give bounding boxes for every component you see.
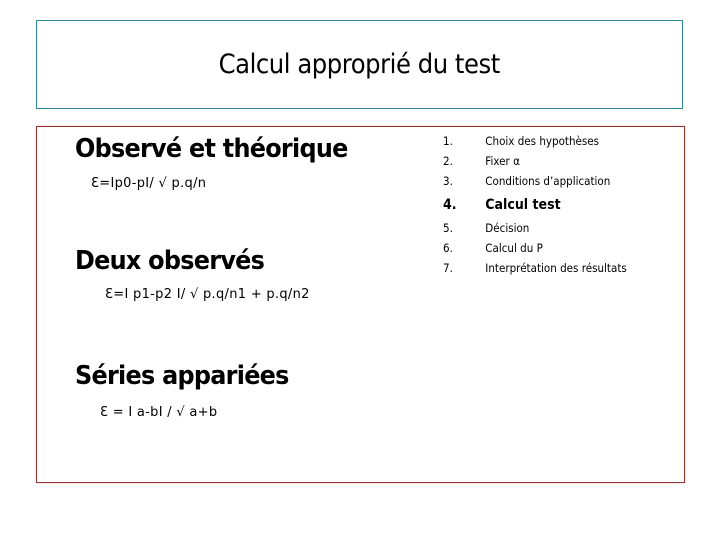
- slide-title: Calcul approprié du test: [218, 49, 501, 80]
- step-number: 7.: [443, 261, 453, 275]
- formula-observe-theorique: Ɛ=Ip0-pI/ √ p.q/n: [91, 176, 207, 191]
- formula-series-appariees: Ɛ = I a-bI / √ a+b: [100, 405, 218, 420]
- step-label: Choix des hypothèses: [485, 134, 600, 148]
- formula-deux-observes: Ɛ=I p1-p2 I/ √ p.q/n1 + p.q/n2: [105, 287, 310, 302]
- section-heading-observe-theorique: Observé et théorique: [75, 134, 348, 164]
- step-label: Interprétation des résultats: [485, 261, 627, 275]
- section-heading-series-appariees: Séries appariées: [75, 361, 289, 391]
- section-heading-deux-observes: Deux observés: [75, 246, 265, 276]
- step-label: Calcul test: [485, 197, 561, 213]
- step-label: Calcul du P: [485, 241, 543, 255]
- step-label: Décision: [485, 221, 530, 235]
- step-number: 1.: [443, 134, 453, 148]
- step-number: 2.: [443, 154, 453, 168]
- step-number: 3.: [443, 174, 453, 188]
- title-box: Calcul approprié du test: [36, 20, 683, 109]
- step-number: 5.: [443, 221, 453, 235]
- step-label: Fixer α: [485, 154, 520, 168]
- step-label: Conditions d’application: [485, 174, 611, 188]
- step-number: 6.: [443, 241, 453, 255]
- step-number: 4.: [443, 197, 457, 213]
